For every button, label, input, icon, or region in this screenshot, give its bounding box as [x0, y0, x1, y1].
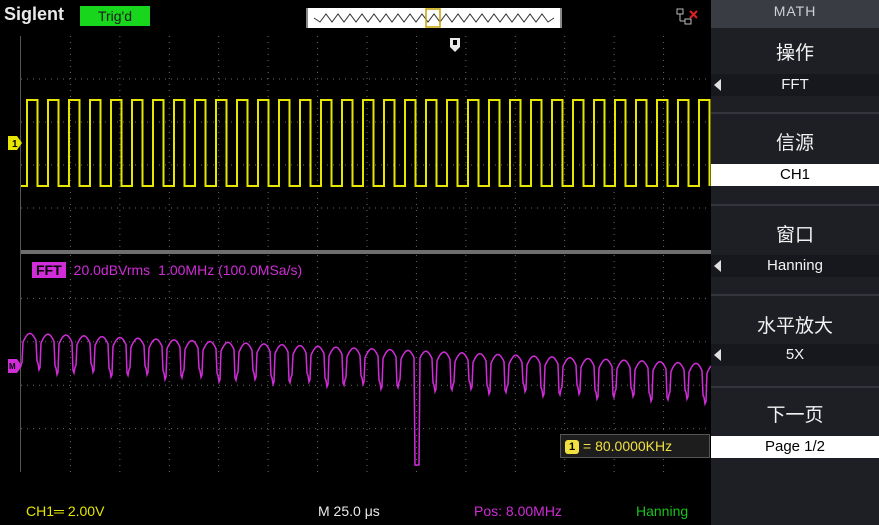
menu-next-page-label[interactable]: 下一页 — [711, 400, 879, 427]
fft-position: Pos: 8.00MHz — [474, 503, 562, 519]
math-level-marker-icon: M — [8, 359, 22, 373]
arrow-left-icon — [714, 79, 721, 91]
menu-zoom-label[interactable]: 水平放大 — [711, 311, 879, 338]
menu-separator — [711, 386, 879, 388]
top-status-bar: Siglent Trig'd — [0, 0, 711, 32]
menu-window-label[interactable]: 窗口 — [711, 220, 879, 247]
menu-source-label[interactable]: 信源 — [711, 128, 879, 155]
fft-window: Hanning — [636, 503, 689, 519]
menu-page-value[interactable]: Page 1/2 — [711, 436, 879, 458]
cursor-value: = 80.0000KHz — [583, 438, 673, 454]
waveform-area — [20, 36, 714, 472]
menu-source-value[interactable]: CH1 — [711, 164, 879, 186]
ch1-graticule — [21, 36, 713, 251]
fft-center: 1.00MHz (100.0MSa/s) — [158, 262, 303, 278]
math-menu: MATH 操作 FFT 信源 CH1 窗口 Hanning 水平放大 5X 下一… — [711, 0, 879, 525]
ch1-scale: CH1═ 2.00V — [26, 503, 105, 519]
menu-title: MATH — [711, 0, 879, 28]
menu-zoom-value[interactable]: 5X — [711, 344, 879, 366]
bottom-status-bar: CH1═ 2.00V M 25.0 μs Pos: 8.00MHz Hannin… — [0, 496, 711, 525]
oscilloscope-display: Siglent Trig'd 1 M FFT 20.0dBVrms 1.00MH… — [0, 0, 879, 525]
fft-tag: FFT — [32, 262, 66, 278]
svg-text:M: M — [9, 362, 16, 371]
cursor-readout: 1 = 80.0000KHz — [560, 434, 710, 458]
split-divider — [21, 250, 713, 254]
fft-scale: 20.0dBVrms — [73, 262, 151, 278]
ch1-level-marker-icon: 1 — [8, 136, 22, 150]
ch1-square-wave — [21, 99, 711, 187]
menu-window-value[interactable]: Hanning — [711, 255, 879, 277]
arrow-left-icon — [714, 349, 721, 361]
cursor-badge: 1 — [565, 440, 579, 455]
timebase: M 25.0 μs — [318, 503, 380, 519]
trigger-status-badge: Trig'd — [80, 6, 150, 26]
menu-operation-label[interactable]: 操作 — [711, 38, 879, 65]
arrow-left-icon — [714, 260, 721, 272]
svg-text:1: 1 — [12, 139, 18, 150]
fft-info-header: FFT 20.0dBVrms 1.00MHz (100.0MSa/s) — [32, 262, 310, 280]
memory-waveform-strip — [306, 8, 562, 28]
brand-logo: Siglent — [4, 4, 65, 24]
trigger-position-icon — [450, 38, 460, 52]
network-disconnected-icon — [676, 8, 698, 26]
menu-separator — [711, 204, 879, 206]
menu-separator — [711, 112, 879, 114]
menu-operation-value[interactable]: FFT — [711, 74, 879, 96]
menu-separator — [711, 294, 879, 296]
